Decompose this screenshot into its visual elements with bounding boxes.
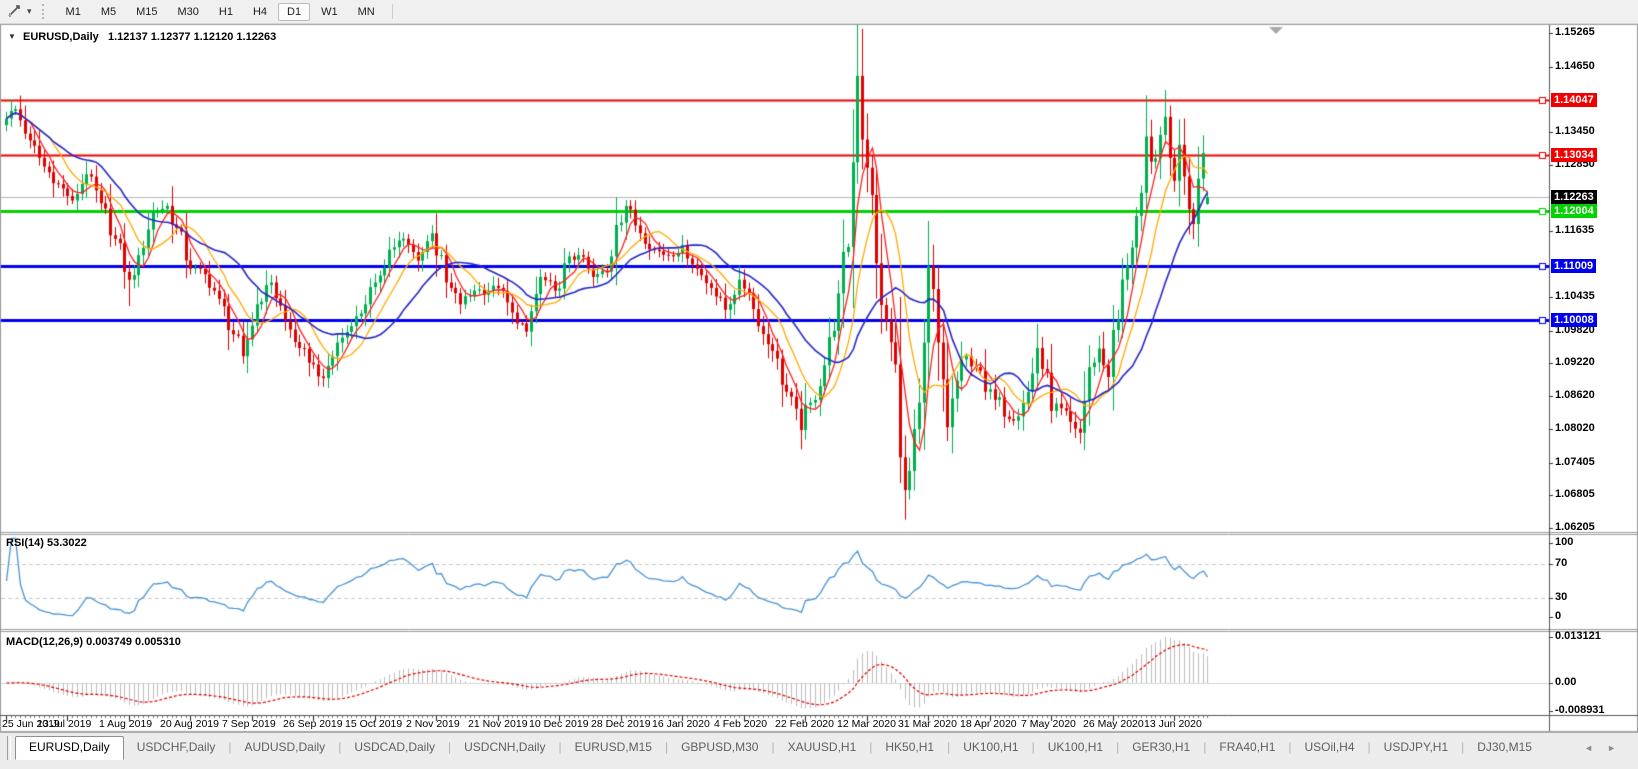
symbol-tab-usdcnh-daily[interactable]: USDCNH,Daily <box>451 736 558 760</box>
tab-scroll-left-icon[interactable]: ◄ <box>1584 743 1607 753</box>
chart-canvas[interactable] <box>0 0 1638 769</box>
rsi-axis-label: 30 <box>1555 591 1567 603</box>
price-level-label: 1.10008 <box>1551 313 1597 327</box>
symbol-tab-fra40-h1[interactable]: FRA40,H1 <box>1206 736 1288 760</box>
collapse-triangle-icon[interactable]: ▼ <box>8 32 16 41</box>
toolbar-drag-handle[interactable] <box>42 4 48 19</box>
price-axis-tick-label: 1.14650 <box>1555 60 1595 72</box>
price-level-label: 1.12004 <box>1551 204 1597 218</box>
price-axis-tick-label: 1.10435 <box>1555 290 1595 302</box>
date-axis-label: 7 Sep 2019 <box>222 718 276 730</box>
date-axis-label: 1 Aug 2019 <box>99 718 152 730</box>
price-axis-tick-label: 1.15265 <box>1555 26 1595 38</box>
macd-axis-label: 0.013121 <box>1555 630 1601 642</box>
timeframe-button-m1[interactable]: M1 <box>57 3 90 21</box>
price-axis-tick-label: 1.08620 <box>1555 389 1595 401</box>
symbol-tab-gbpusd-m30[interactable]: GBPUSD,M30 <box>668 736 771 760</box>
date-axis-label: 31 Mar 2020 <box>898 718 957 730</box>
date-axis-label: 21 Nov 2019 <box>468 718 528 730</box>
chart-tools-icon[interactable] <box>5 3 23 21</box>
symbol-tab-bar: EURUSD,DailyUSDCHF,Daily|AUDUSD,Daily|US… <box>0 732 1638 769</box>
timeframe-button-m15[interactable]: M15 <box>127 3 166 21</box>
price-level-label: 1.13034 <box>1551 148 1597 162</box>
date-axis-label: 16 Jan 2020 <box>652 718 710 730</box>
timeframe-button-m5[interactable]: M5 <box>92 3 125 21</box>
date-axis-label: 13 Jul 2019 <box>37 718 91 730</box>
price-axis-tick-label: 1.07405 <box>1555 456 1595 468</box>
timeframe-button-d1[interactable]: D1 <box>278 3 310 21</box>
current-price-label: 1.12263 <box>1551 190 1597 204</box>
price-axis-tick-label: 1.13450 <box>1555 125 1595 137</box>
date-axis-label: 28 Dec 2019 <box>591 718 651 730</box>
toolbar-separator <box>392 4 393 19</box>
macd-axis-label: -0.008931 <box>1555 704 1605 716</box>
date-axis-label: 4 Feb 2020 <box>714 718 767 730</box>
symbol-tab-uk100-h1[interactable]: UK100,H1 <box>1035 736 1116 760</box>
symbol-tab-uk100-h1[interactable]: UK100,H1 <box>950 736 1031 760</box>
symbol-tab-usdchf-daily[interactable]: USDCHF,Daily <box>124 736 229 760</box>
symbol-tab-hk50-h1[interactable]: HK50,H1 <box>872 736 947 760</box>
date-axis-label: 26 May 2020 <box>1083 718 1144 730</box>
date-axis-label: 26 Sep 2019 <box>283 718 343 730</box>
symbol-tab-usoil-h4[interactable]: USOil,H4 <box>1292 736 1368 760</box>
chart-title: ▼ EURUSD,Daily 1.12137 1.12377 1.12120 1… <box>8 31 276 43</box>
price-axis-tick-label: 1.11635 <box>1555 224 1594 236</box>
symbol-tab-usdcad-daily[interactable]: USDCAD,Daily <box>341 736 448 760</box>
timeframe-button-h1[interactable]: H1 <box>210 3 242 21</box>
date-axis-label: 13 Jun 2020 <box>1144 718 1202 730</box>
date-axis-label: 7 May 2020 <box>1021 718 1076 730</box>
rsi-axis-label: 100 <box>1555 536 1573 548</box>
chart-symbol-period: EURUSD,Daily <box>23 31 99 43</box>
symbol-tab-ger30-h1[interactable]: GER30,H1 <box>1119 736 1203 760</box>
date-axis-label: 20 Aug 2019 <box>160 718 219 730</box>
date-axis-label: 15 Oct 2019 <box>345 718 402 730</box>
timeframe-button-w1[interactable]: W1 <box>312 3 347 21</box>
rsi-axis-label: 70 <box>1555 557 1567 569</box>
timeframe-button-h4[interactable]: H4 <box>244 3 276 21</box>
date-axis-label: 10 Dec 2019 <box>529 718 589 730</box>
price-level-label: 1.14047 <box>1551 93 1597 107</box>
rsi-axis-label: 0 <box>1555 610 1561 622</box>
price-level-label: 1.11009 <box>1551 259 1596 273</box>
rsi-indicator-label: RSI(14) 53.3022 <box>6 537 87 549</box>
timeframe-button-m30[interactable]: M30 <box>169 3 208 21</box>
symbol-tab-audusd-daily[interactable]: AUDUSD,Daily <box>232 736 339 760</box>
date-axis-label: 18 Apr 2020 <box>960 718 1017 730</box>
chevron-down-icon[interactable]: ▾ <box>23 6 36 17</box>
symbol-tab-usdjpy-h1[interactable]: USDJPY,H1 <box>1371 736 1461 760</box>
price-axis-tick-label: 1.06205 <box>1555 521 1595 533</box>
symbol-tab-eurusd-m15[interactable]: EURUSD,M15 <box>562 736 665 760</box>
date-axis-label: 12 Mar 2020 <box>837 718 896 730</box>
date-axis-label: 2 Nov 2019 <box>406 718 460 730</box>
top-toolbar: ▾ M1M5M15M30H1H4D1W1MN <box>0 0 1638 24</box>
symbol-tab-xauusd-h1[interactable]: XAUUSD,H1 <box>775 736 870 760</box>
symbol-tab-eurusd-daily[interactable]: EURUSD,Daily <box>15 736 124 760</box>
macd-axis-label: 0.00 <box>1555 676 1576 688</box>
symbol-tab-dj30-m15[interactable]: DJ30,M15 <box>1464 736 1545 760</box>
timeframe-button-mn[interactable]: MN <box>349 3 384 21</box>
tabbar-edge-divider <box>7 736 11 760</box>
price-axis-tick-label: 1.08020 <box>1555 422 1595 434</box>
macd-indicator-label: MACD(12,26,9) 0.003749 0.005310 <box>6 636 181 648</box>
chart-ohlc-values: 1.12137 1.12377 1.12120 1.12263 <box>108 31 276 43</box>
date-axis-label: 22 Feb 2020 <box>775 718 834 730</box>
price-axis-tick-label: 1.09220 <box>1555 356 1595 368</box>
price-axis-tick-label: 1.06805 <box>1555 488 1595 500</box>
tab-scroll-right-icon[interactable]: ► <box>1607 743 1630 753</box>
